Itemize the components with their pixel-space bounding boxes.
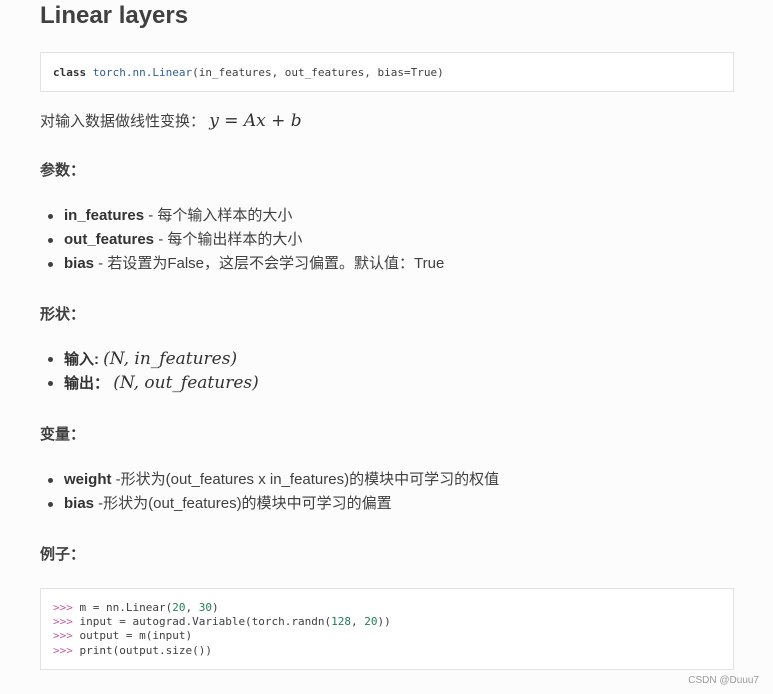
example-heading: 例子： [40,546,86,563]
params-heading: 参数： [40,162,86,179]
code-line: >>> print(output.size()) [53,644,733,658]
description-text: 对输入数据做线性变换： [40,113,206,130]
class-signature: class torch.nn.Linear(in_features, out_f… [40,52,734,92]
param-desc: - 每个输入样本的大小 [144,207,293,224]
page-title: Linear layers [40,2,189,29]
description-formula: y = Ax + b [209,111,302,131]
code-number: 20 [364,615,378,629]
list-item: bias - 若设置为False，这层不会学习偏置。默认值：True [40,252,444,276]
code-number: 30 [198,601,212,614]
list-item: 输出： (N, out_features) [40,371,259,395]
params-list: in_features - 每个输入样本的大小 out_features - 每… [40,204,444,276]
code-line: >>> input = autograd.Variable(torch.rand… [53,615,733,629]
code-prompt: >>> [53,629,73,643]
code-prompt: >>> [53,615,73,629]
list-item: out_features - 每个输出样本的大小 [40,228,444,252]
variables-heading: 变量： [40,426,86,443]
list-item: 输入: (N, in_features) [40,347,259,371]
code-text: input = autograd.Variable(torch.randn( [72,615,332,629]
code-text: , [351,615,365,629]
param-name: bias [64,255,95,272]
code-number: 20 [172,601,186,614]
param-desc: - 每个输出样本的大小 [154,231,303,248]
description: 对输入数据做线性变换： y = Ax + b [40,110,302,131]
example-code: >>> m = nn.Linear(20, 30) >>> input = au… [40,588,734,670]
code-line: >>> output = m(input) [53,629,733,643]
code-text: , [185,601,199,614]
code-number: 128 [331,615,352,629]
shape-label: 输入: [64,351,99,368]
signature-keyword: class [53,66,87,79]
variable-desc: -形状为(out_features)的模块中可学习的偏置 [94,495,392,512]
code-text: ) [211,601,219,614]
shape-formula: (N, in_features) [103,349,238,369]
code-text: print(output.size()) [72,643,212,657]
param-desc: - 若设置为False，这层不会学习偏置。默认值：True [94,255,445,272]
code-text: output = m(input) [72,629,193,643]
watermark: CSDN @Duuu7 [688,675,759,686]
variables-list: weight -形状为(out_features x in_features)的… [40,468,499,516]
list-item: weight -形状为(out_features x in_features)的… [40,468,499,492]
shape-list: 输入: (N, in_features) 输出： (N, out_feature… [40,347,259,395]
code-line: >>> m = nn.Linear(20, 30) [53,601,733,615]
param-name: out_features [64,231,155,248]
variable-desc: -形状为(out_features x in_features)的模块中可学习的… [111,471,500,488]
code-text: )) [377,615,391,629]
code-text: m = nn.Linear( [72,601,173,614]
code-prompt: >>> [53,643,73,657]
shape-heading: 形状： [40,306,86,323]
signature-args: (in_features, out_features, bias=True) [192,66,444,79]
shape-label: 输出： [64,375,110,392]
shape-formula: (N, out_features) [113,373,259,393]
param-name: in_features [64,207,145,224]
list-item: bias -形状为(out_features)的模块中可学习的偏置 [40,492,499,516]
list-item: in_features - 每个输入样本的大小 [40,204,444,228]
code-prompt: >>> [53,601,73,614]
variable-name: weight [64,471,112,488]
signature-name: torch.nn.Linear [92,66,193,79]
variable-name: bias [64,495,95,512]
